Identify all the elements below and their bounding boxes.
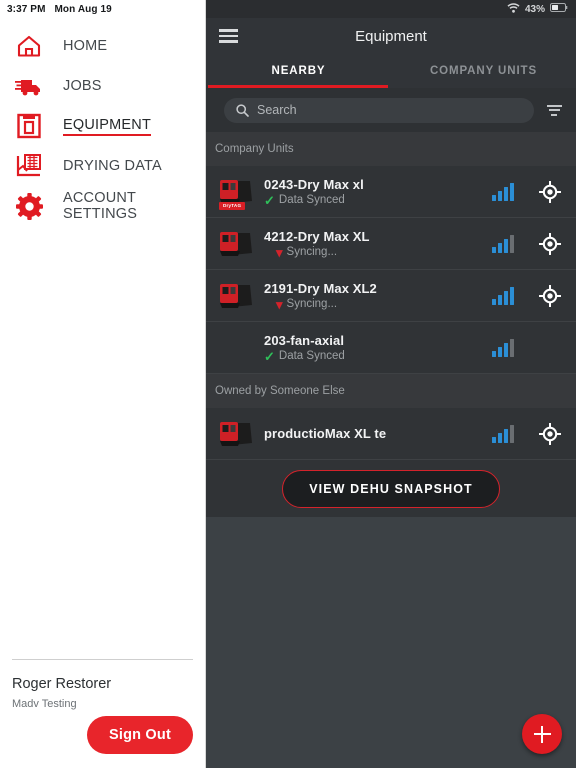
truck-icon [14,71,44,101]
sidebar-footer: Roger Restorer Madv Testing Sign Out [0,659,205,768]
locate-target-icon[interactable] [524,284,576,307]
tab-company-units[interactable]: COMPANY UNITS [391,54,576,88]
sidebar-item-jobs[interactable]: JOBS [0,66,205,106]
signal-strength-icon [482,424,524,443]
app-root: 3:37 PM Mon Aug 19 HOME JOBS EQUIPMENT D… [0,0,576,768]
hamburger-menu-icon[interactable] [206,29,250,43]
signal-strength-icon [482,234,524,253]
locate-target-icon[interactable] [524,232,576,255]
sidebar-item-label: ACCOUNT SETTINGS [63,190,138,222]
section-header-company-units: Company Units [206,132,576,166]
gear-icon [14,191,44,221]
add-equipment-fab[interactable] [522,714,562,754]
equipment-name: 0243-Dry Max xl [264,176,364,192]
equipment-thumbnail [216,417,256,451]
sidebar-item-label: DRYING DATA [63,158,162,174]
home-icon [14,31,44,61]
sidebar-item-label: EQUIPMENT [63,117,151,136]
status-bar-left: 3:37 PM Mon Aug 19 [0,0,205,18]
tab-bar: NEARBY COMPANY UNITS [206,54,576,88]
chevron-down-icon: ▾ [276,296,283,312]
equipment-name: 2191-Dry Max XL2 [264,280,377,296]
sidebar-item-label: HOME [63,38,108,54]
wifi-icon [507,2,520,16]
equipment-status-label: Syncing... [286,298,338,310]
table-row[interactable]: DryTAG 0243-Dry Max xl ✓ Data Synced [206,166,576,218]
equipment-status-label: Data Synced [278,350,345,362]
section-header-owned-by-someone-else: Owned by Someone Else [206,374,576,408]
equipment-status: ▾ Syncing... [264,298,482,311]
snapshot-bar: VIEW DEHU SNAPSHOT [206,460,576,517]
signal-strength-icon [482,338,524,357]
equipment-thumbnail: DryTAG [216,175,256,210]
sidebar-nav: HOME JOBS EQUIPMENT DRYING DATA ACCOUNT … [0,26,205,226]
signal-strength-icon [482,286,524,305]
equipment-status-label: Data Synced [278,194,345,206]
sidebar: 3:37 PM Mon Aug 19 HOME JOBS EQUIPMENT D… [0,0,206,768]
row-text: 4212-Dry Max XL ▾ Syncing... [256,229,482,259]
locate-target-icon[interactable] [524,422,576,445]
status-bar-time: 3:37 PM [7,3,46,15]
search-icon [236,103,249,117]
plus-icon-vertical [540,725,544,743]
sidebar-item-drying-data[interactable]: DRYING DATA [0,146,205,186]
sidebar-item-equipment[interactable]: EQUIPMENT [0,106,205,146]
search-bar [206,88,576,132]
equipment-thumbnail [216,227,256,261]
row-text: 203-fan-axial ✓ Data Synced [256,333,482,363]
main-panel: 43% Equipment NEARBY COMPANY UNITS Searc… [206,0,576,768]
equipment-name: productioMax XL te [264,426,387,441]
empty-area [206,517,576,768]
table-row[interactable]: productioMax XL te [206,408,576,460]
footer-divider [12,659,193,660]
sidebar-item-label: JOBS [63,78,102,94]
sidebar-item-account-settings[interactable]: ACCOUNT SETTINGS [0,186,205,226]
equipment-box-icon [14,111,44,141]
check-icon: ✓ [264,192,275,208]
view-dehu-snapshot-button[interactable]: VIEW DEHU SNAPSHOT [282,469,500,508]
thumbnail-badge: DryTAG [219,202,246,210]
sign-out-button[interactable]: Sign Out [86,716,193,754]
battery-percent: 43% [524,3,545,15]
page-title: Equipment [355,27,427,45]
check-icon: ✓ [264,348,275,364]
row-text: productioMax XL te [256,426,482,441]
drying-data-chart-icon [14,151,44,181]
user-name: Roger Restorer [12,676,112,692]
tab-nearby[interactable]: NEARBY [206,54,391,88]
sign-out-wrap: Sign Out [12,716,193,754]
search-field[interactable] [224,97,534,123]
search-input[interactable] [257,103,522,117]
battery-icon [550,3,568,15]
sidebar-item-home[interactable]: HOME [0,26,205,66]
equipment-status: ✓ Data Synced [264,350,482,363]
table-row[interactable]: 4212-Dry Max XL ▾ Syncing... [206,218,576,270]
locate-target-icon[interactable] [524,180,576,203]
equipment-list: Company Units DryTAG 0243-Dry Max xl ✓ D… [206,132,576,517]
row-text: 2191-Dry Max XL2 ▾ Syncing... [256,281,482,311]
equipment-status: ▾ Syncing... [264,246,482,259]
tab-active-underline [208,85,388,88]
user-organization: Madv Testing [12,698,77,710]
chevron-down-icon: ▾ [276,244,283,260]
table-row[interactable]: 203-fan-axial ✓ Data Synced [206,322,576,374]
app-bar: Equipment [206,18,576,54]
equipment-name: 4212-Dry Max XL [264,228,370,244]
equipment-status-label: Syncing... [286,246,338,258]
status-bar-right: 43% [206,0,576,18]
table-row[interactable]: 2191-Dry Max XL2 ▾ Syncing... [206,270,576,322]
equipment-name: 203-fan-axial [264,332,345,348]
row-text: 0243-Dry Max xl ✓ Data Synced [256,177,482,207]
filter-icon[interactable] [543,99,565,121]
equipment-thumbnail [216,279,256,313]
status-bar-date: Mon Aug 19 [54,3,112,15]
equipment-status: ✓ Data Synced [264,194,482,207]
signal-strength-icon [482,182,524,201]
